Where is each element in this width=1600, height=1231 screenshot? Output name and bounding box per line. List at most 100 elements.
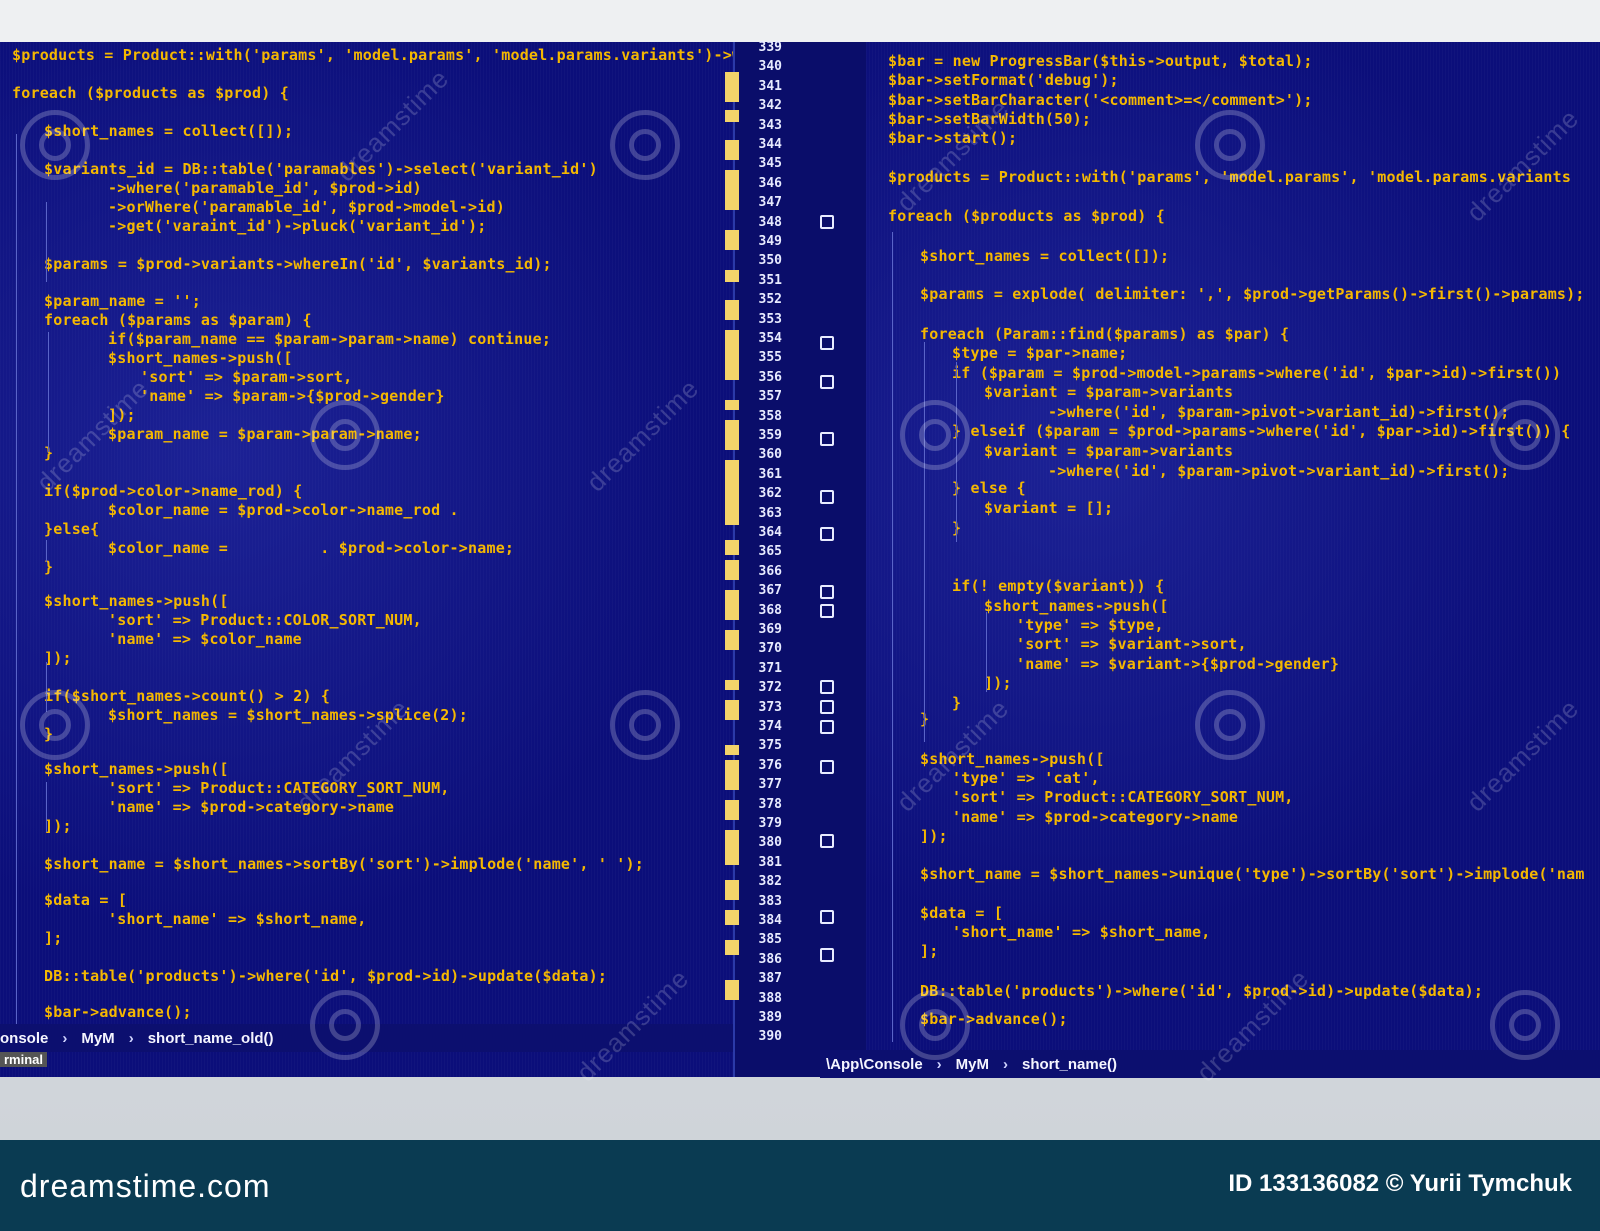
fold-icon[interactable] [820,375,834,389]
code-line[interactable]: 'sort' => Product::CATEGORY_SORT_NUM, [108,779,450,797]
code-line[interactable]: 'sort' => $param->sort, [140,368,352,386]
code-line[interactable]: $short_names->push([ [44,592,229,610]
chevron-right-icon: › [1003,1055,1009,1073]
fold-icon[interactable] [820,720,834,734]
code-line[interactable]: foreach ($products as $prod) { [888,207,1165,225]
code-line[interactable]: $param_name = ''; [44,292,201,310]
code-line[interactable]: $bar->setBarCharacter('<comment>=</comme… [888,91,1313,109]
minimap-mark [725,230,739,250]
code-line[interactable]: $type = $par->name; [952,344,1127,362]
code-line[interactable]: $short_name = $short_names->sortBy('sort… [44,855,644,873]
minimap-mark [725,72,739,102]
code-line[interactable]: $variant = $param->variants [984,383,1233,401]
code-line[interactable]: if ($param = $prod->model->params->where… [952,364,1561,382]
code-line[interactable]: DB::table('products')->where('id', $prod… [44,967,607,985]
minimap-mark [725,420,739,450]
code-line[interactable]: 'name' => $color_name [108,630,302,648]
code-line[interactable]: $variant = []; [984,499,1113,517]
code-line[interactable]: $color_name = . $prod->color->name; [108,539,514,557]
code-line[interactable]: ]); [44,817,72,835]
breadcrumb-item[interactable]: short_name_old() [148,1030,274,1047]
code-line[interactable]: ->orWhere('paramable_id', $prod->model->… [108,198,505,216]
fold-icon[interactable] [820,336,834,350]
code-line[interactable]: $short_names = collect([]); [920,247,1169,265]
line-number: 386 [758,951,782,967]
code-line[interactable]: 'name' => $variant->{$prod->gender} [1016,655,1339,673]
fold-icon[interactable] [820,948,834,962]
code-line[interactable]: } elseif ($param = $prod->params->where(… [952,422,1570,440]
fold-icon[interactable] [820,432,834,446]
code-line[interactable]: 'sort' => Product::CATEGORY_SORT_NUM, [952,788,1294,806]
code-line[interactable]: $bar->advance(); [44,1003,192,1021]
code-line[interactable]: $short_names->push([ [984,597,1169,615]
fold-icon[interactable] [820,834,834,848]
code-line[interactable]: ]; [920,942,938,960]
fold-icon[interactable] [820,585,834,599]
fold-icon[interactable] [820,490,834,504]
code-line[interactable]: ]); [920,827,948,845]
breadcrumb-item[interactable]: MyM [81,1030,114,1047]
code-line[interactable]: ]); [984,674,1012,692]
fold-icon[interactable] [820,760,834,774]
code-line[interactable]: $variant = $param->variants [984,442,1233,460]
code-line[interactable]: foreach ($params as $param) { [44,311,312,329]
fold-icon[interactable] [820,215,834,229]
code-line[interactable]: $params = explode( delimiter: ',', $prod… [920,285,1585,303]
code-line[interactable]: 'short_name' => $short_name, [952,923,1210,941]
code-line[interactable]: 'sort' => $variant->sort, [1016,635,1247,653]
code-line[interactable]: $data = [ [920,904,1003,922]
fold-icon[interactable] [820,700,834,714]
code-line[interactable]: 'name' => $param->{$prod->gender} [140,387,445,405]
code-line[interactable]: 'name' => $prod->category->name [108,798,394,816]
line-number: 387 [758,971,782,987]
code-line[interactable]: } [952,694,961,712]
watermark-spiral-icon [20,690,90,760]
line-number: 370 [758,641,782,657]
left-editor-pane[interactable]: $products = Product::with('params', 'mod… [0,42,733,1077]
fold-icon[interactable] [820,604,834,618]
code-line[interactable]: if($prod->color->name_rod) { [44,482,302,500]
code-line[interactable]: $variants_id = DB::table('paramables')->… [44,160,598,178]
code-line[interactable]: DB::table('products')->where('id', $prod… [920,982,1483,1000]
code-line[interactable]: $data = [ [44,891,127,909]
code-line[interactable]: ->where('paramable_id', $prod->id) [108,179,422,197]
code-line[interactable]: if($param_name == $param->param->name) c… [108,330,551,348]
minimap-mark [725,330,739,360]
code-line[interactable]: ]); [44,649,72,667]
code-line[interactable]: $short_name = $short_names->unique('type… [920,865,1585,883]
terminal-tab[interactable]: rminal [0,1052,48,1067]
line-number: 347 [758,195,782,211]
code-line[interactable]: $bar = new ProgressBar($this->output, $t… [888,52,1313,70]
breadcrumb-item[interactable]: \App\Console [826,1056,923,1073]
code-line[interactable]: 'type' => 'cat', [952,769,1100,787]
code-line[interactable]: ]; [44,929,62,947]
code-line[interactable]: $bar->setFormat('debug'); [888,71,1119,89]
code-line[interactable]: 'sort' => Product::COLOR_SORT_NUM, [108,611,422,629]
line-number: 382 [758,874,782,890]
fold-icon[interactable] [820,527,834,541]
code-line[interactable]: ->where('id', $param->pivot->variant_id)… [1048,403,1510,421]
code-line[interactable]: ->get('varaint_id')->pluck('variant_id')… [108,217,486,235]
code-line[interactable]: $short_names->push([ [108,349,293,367]
code-line[interactable]: if(! empty($variant)) { [952,577,1164,595]
indent-guide [46,540,47,562]
code-line[interactable]: $params = $prod->variants->whereIn('id',… [44,255,552,273]
code-line[interactable]: $color_name = $prod->color->name_rod . [108,501,459,519]
fold-icon[interactable] [820,910,834,924]
code-line[interactable]: } else { [952,479,1026,497]
code-line[interactable]: ->where('id', $param->pivot->variant_id)… [1048,462,1510,480]
breadcrumb-item[interactable]: MyM [956,1056,989,1073]
breadcrumb-item[interactable]: short_name() [1022,1056,1117,1073]
code-line[interactable]: if($short_names->count() > 2) { [44,687,330,705]
code-line[interactable]: $products = Product::with('params', 'mod… [12,46,733,64]
code-line[interactable]: 'name' => $prod->category->name [952,808,1238,826]
code-line[interactable]: 'short_name' => $short_name, [108,910,366,928]
code-line[interactable]: }else{ [44,520,99,538]
code-line[interactable]: foreach ($products as $prod) { [12,84,289,102]
code-line[interactable]: 'type' => $type, [1016,616,1164,634]
code-line[interactable]: $short_names->push([ [44,760,229,778]
code-line[interactable]: foreach (Param::find($params) as $par) { [920,325,1289,343]
fold-icon[interactable] [820,680,834,694]
breadcrumb-item[interactable]: onsole [0,1030,48,1047]
minimap-mark [725,800,739,820]
